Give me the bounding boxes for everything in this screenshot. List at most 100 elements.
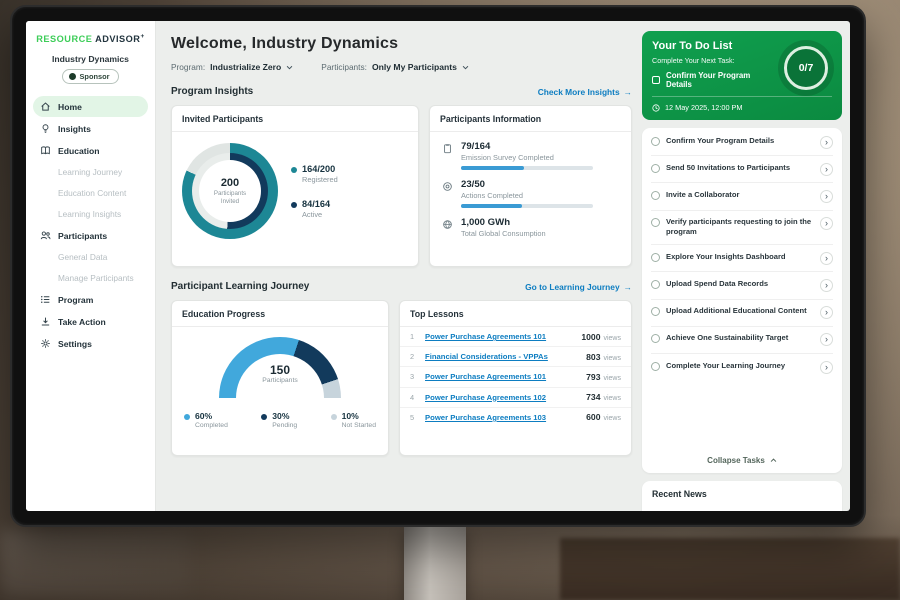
- chevron-right-icon[interactable]: ›: [820, 361, 833, 374]
- task-checkbox[interactable]: [651, 164, 660, 173]
- task-item[interactable]: Upload Spend Data Records ›: [651, 272, 833, 299]
- lesson-link[interactable]: Power Purchase Agreements 102: [425, 393, 578, 402]
- task-checkbox[interactable]: [651, 218, 660, 227]
- lightbulb-icon: [40, 123, 51, 134]
- chevron-right-icon[interactable]: ›: [820, 333, 833, 346]
- filters-row: Program: Industrialize Zero Participants…: [171, 62, 632, 72]
- lesson-row: 4 Power Purchase Agreements 102 734views: [400, 388, 631, 408]
- collapse-tasks-button[interactable]: Collapse Tasks: [651, 449, 833, 473]
- task-item[interactable]: Explore Your Insights Dashboard ›: [651, 245, 833, 272]
- lesson-row: 3 Power Purchase Agreements 101 793views: [400, 367, 631, 387]
- lesson-link[interactable]: Power Purchase Agreements 101: [425, 372, 578, 381]
- sidebar: RESOURCE ADVISOR+ Industry Dynamics Spon…: [26, 21, 156, 511]
- chevron-right-icon[interactable]: ›: [820, 306, 833, 319]
- program-select[interactable]: Program: Industrialize Zero: [171, 62, 293, 72]
- brand-plus: +: [140, 33, 144, 40]
- sidebar-item-participants[interactable]: Participants: [26, 225, 155, 246]
- monitor-stand: [404, 527, 466, 600]
- card-title: Top Lessons: [400, 301, 631, 327]
- task-item[interactable]: Achieve One Sustainability Target ›: [651, 327, 833, 354]
- gauge-center-label: Participants: [219, 377, 341, 384]
- stat-emission-survey: 79/164 Emission Survey Completed: [442, 141, 619, 170]
- legend-active: 84/164 Active: [291, 199, 338, 219]
- donut-center-label: Participants Invited: [208, 190, 252, 206]
- task-item[interactable]: Upload Additional Educational Content ›: [651, 300, 833, 327]
- brand-logo: RESOURCE ADVISOR+: [26, 21, 155, 46]
- sponsor-icon: [69, 73, 76, 80]
- sidebar-item-settings[interactable]: Settings: [26, 333, 155, 354]
- chevron-right-icon[interactable]: ›: [820, 136, 833, 149]
- task-item[interactable]: Invite a Collaborator ›: [651, 183, 833, 210]
- desk-object-right: [560, 538, 900, 600]
- chevron-right-icon[interactable]: ›: [820, 279, 833, 292]
- recent-news-card: Recent News: [642, 481, 842, 511]
- task-checkbox[interactable]: [651, 362, 660, 371]
- card-title: Invited Participants: [172, 106, 418, 132]
- sidebar-item-take-action[interactable]: Take Action: [26, 311, 155, 332]
- sidebar-item-education[interactable]: Education: [26, 140, 155, 161]
- sponsor-badge: Sponsor: [62, 69, 120, 84]
- sidebar-item-program[interactable]: Program: [26, 289, 155, 310]
- task-checkbox[interactable]: [651, 137, 660, 146]
- participants-select[interactable]: Participants: Only My Participants: [321, 62, 469, 72]
- gauge-center-value: 150: [219, 363, 341, 377]
- todo-summary-card: Your To Do List Complete Your Next Task:…: [642, 31, 842, 120]
- go-to-learning-journey-link[interactable]: Go to Learning Journey →: [525, 282, 632, 292]
- list-icon: [40, 294, 51, 305]
- task-checkbox[interactable]: [651, 334, 660, 343]
- card-title: Participants Information: [430, 106, 631, 132]
- sidebar-item-insights[interactable]: Insights: [26, 118, 155, 139]
- sidebar-item-manage-participants[interactable]: Manage Participants: [26, 268, 155, 288]
- task-item[interactable]: Verify participants requesting to join t…: [651, 211, 833, 246]
- chevron-right-icon[interactable]: ›: [820, 252, 833, 265]
- recent-news-title: Recent News: [652, 489, 707, 499]
- task-item[interactable]: Confirm Your Program Details ›: [651, 129, 833, 156]
- sidebar-item-learning-journey[interactable]: Learning Journey: [26, 162, 155, 182]
- invited-donut-inner: 200 Participants Invited: [192, 153, 268, 229]
- check-more-insights-link[interactable]: Check More Insights →: [538, 87, 632, 97]
- next-task-checkbox[interactable]: [652, 76, 660, 84]
- next-task-time-row: 12 May 2025, 12:00 PM: [652, 96, 832, 112]
- org-name: Industry Dynamics: [26, 54, 155, 64]
- arrow-right-icon: →: [624, 87, 632, 97]
- chevron-right-icon[interactable]: ›: [820, 217, 833, 230]
- todo-task-list: Confirm Your Program Details › Send 50 I…: [642, 128, 842, 473]
- lesson-link[interactable]: Financial Considerations - VPPAs: [425, 352, 578, 361]
- task-checkbox[interactable]: [651, 191, 660, 200]
- screen: RESOURCE ADVISOR+ Industry Dynamics Spon…: [26, 21, 850, 511]
- sidebar-item-education-content[interactable]: Education Content: [26, 183, 155, 203]
- education-progress-card: Education Progress 150 Participants: [171, 300, 389, 456]
- scene: RESOURCE ADVISOR+ Industry Dynamics Spon…: [0, 0, 900, 600]
- participants-information-card: Participants Information 79/164 Emission…: [429, 105, 632, 267]
- chevron-down-icon: [286, 64, 293, 71]
- chevron-right-icon[interactable]: ›: [820, 190, 833, 203]
- stat-actions-completed: 23/50 Actions Completed: [442, 179, 619, 208]
- clipboard-icon: [442, 143, 453, 154]
- program-insights-title: Program Insights: [171, 86, 253, 97]
- donut-center-value: 200: [221, 177, 239, 189]
- legend-dot: [261, 414, 267, 420]
- chevron-up-icon: [770, 457, 777, 464]
- stat-global-consumption: 1,000 GWh Total Global Consumption: [442, 217, 619, 238]
- sidebar-item-learning-insights[interactable]: Learning Insights: [26, 204, 155, 224]
- gear-icon: [40, 338, 51, 349]
- legend-dot: [291, 202, 297, 208]
- lesson-link[interactable]: Power Purchase Agreements 101: [425, 332, 573, 341]
- lesson-link[interactable]: Power Purchase Agreements 103: [425, 413, 578, 422]
- task-item[interactable]: Send 50 Invitations to Participants ›: [651, 156, 833, 183]
- task-item[interactable]: Complete Your Learning Journey ›: [651, 354, 833, 380]
- people-icon: [40, 230, 51, 241]
- card-title: Education Progress: [172, 301, 388, 327]
- task-checkbox[interactable]: [651, 307, 660, 316]
- sidebar-item-home[interactable]: Home: [33, 96, 148, 117]
- legend-registered: 164/200 Registered: [291, 164, 338, 184]
- sidebar-item-general-data[interactable]: General Data: [26, 247, 155, 267]
- task-checkbox[interactable]: [651, 280, 660, 289]
- top-lessons-card: Top Lessons 1 Power Purchase Agreements …: [399, 300, 632, 456]
- legend-pending: 30% Pending: [261, 411, 297, 429]
- lesson-row: 2 Financial Considerations - VPPAs 803vi…: [400, 347, 631, 367]
- brand-secondary: ADVISOR: [95, 34, 140, 44]
- legend-dot: [184, 414, 190, 420]
- task-checkbox[interactable]: [651, 253, 660, 262]
- chevron-right-icon[interactable]: ›: [820, 163, 833, 176]
